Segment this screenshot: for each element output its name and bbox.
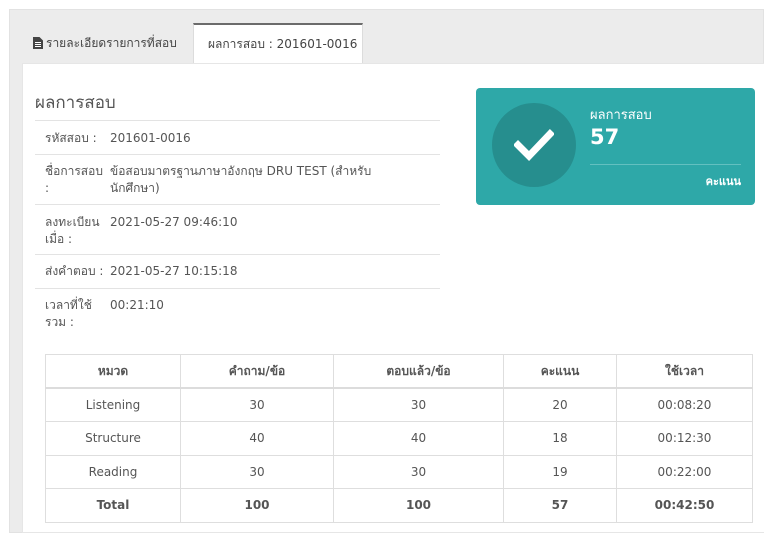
- header-answered: ตอบแล้ว/ข้อ: [333, 354, 504, 389]
- score-unit: คะแนน: [705, 175, 741, 188]
- score-value: 57: [590, 125, 620, 149]
- cell-category: Reading: [45, 454, 181, 489]
- document-icon: [33, 25, 43, 65]
- table-row: Reading 30 30 19 00:22:00: [45, 454, 753, 489]
- table-header-row: หมวด คำถาม/ข้อ ตอบแล้ว/ข้อ คะแนน ใช้เวลา: [45, 354, 753, 389]
- exam-code-label: รหัสสอบ :: [45, 131, 97, 145]
- info-row-submitted: ส่งคำตอบ : 2021-05-27 10:15:18: [35, 254, 440, 288]
- cell-answered: 30: [333, 454, 504, 489]
- result-panel: ผลการสอบ รหัสสอบ : 201601-0016 ชื่อการสอ…: [22, 63, 764, 533]
- header-category: หมวด: [45, 354, 181, 389]
- total-time: 00:42:50: [616, 488, 753, 523]
- cell-answered: 40: [333, 421, 504, 456]
- registered-value: 2021-05-27 09:46:10: [110, 215, 238, 229]
- tab-exam-details-label: รายละเอียดรายการที่สอบ: [46, 36, 177, 50]
- table-total-row: Total 100 100 57 00:42:50: [45, 488, 753, 523]
- exam-name-value: ข้อสอบมาตรฐานภาษาอังกฤษ DRU TEST (สำหรับ…: [110, 164, 372, 195]
- total-answered: 100: [333, 488, 504, 523]
- tab-exam-result[interactable]: ผลการสอบ : 201601-0016: [193, 23, 363, 65]
- header-score: คะแนน: [503, 354, 617, 389]
- cell-score: 19: [503, 454, 617, 489]
- section-title: ผลการสอบ: [35, 93, 116, 113]
- info-row-time-used: เวลาที่ใช้รวม : 00:21:10: [35, 288, 440, 332]
- cell-category: Listening: [45, 387, 181, 422]
- cell-score: 18: [503, 421, 617, 456]
- cell-category: Structure: [45, 421, 181, 456]
- cell-time: 00:08:20: [616, 387, 753, 422]
- table-row: Listening 30 30 20 00:08:20: [45, 387, 753, 422]
- time-used-value: 00:21:10: [110, 298, 164, 312]
- registered-label: ลงทะเบียนเมื่อ :: [45, 215, 100, 246]
- cell-time: 00:12:30: [616, 421, 753, 456]
- total-score: 57: [503, 488, 617, 523]
- header-time: ใช้เวลา: [616, 354, 753, 389]
- info-row-exam-code: รหัสสอบ : 201601-0016: [35, 120, 440, 154]
- score-label: ผลการสอบ: [590, 108, 652, 123]
- cell-questions: 30: [180, 387, 334, 422]
- tab-exam-details[interactable]: รายละเอียดรายการที่สอบ: [22, 23, 192, 63]
- total-questions: 100: [180, 488, 334, 523]
- page-frame: รายละเอียดรายการที่สอบ ผลการสอบ : 201601…: [9, 9, 764, 533]
- exam-info: รหัสสอบ : 201601-0016 ชื่อการสอบ : ข้อสอ…: [35, 120, 440, 332]
- table-row: Structure 40 40 18 00:12:30: [45, 421, 753, 456]
- submitted-label: ส่งคำตอบ :: [45, 264, 104, 278]
- cell-score: 20: [503, 387, 617, 422]
- info-row-registered: ลงทะเบียนเมื่อ : 2021-05-27 09:46:10: [35, 204, 440, 254]
- total-label: Total: [45, 488, 181, 523]
- score-divider: [590, 164, 741, 165]
- header-questions: คำถาม/ข้อ: [180, 354, 334, 389]
- cell-questions: 40: [180, 421, 334, 456]
- cell-answered: 30: [333, 387, 504, 422]
- cell-time: 00:22:00: [616, 454, 753, 489]
- tab-exam-result-label: ผลการสอบ : 201601-0016: [208, 37, 358, 51]
- info-row-exam-name: ชื่อการสอบ : ข้อสอบมาตรฐานภาษาอังกฤษ DRU…: [35, 154, 440, 204]
- score-card: ผลการสอบ 57 คะแนน: [476, 88, 755, 205]
- score-circle: [492, 103, 576, 187]
- exam-code-value: 201601-0016: [110, 131, 191, 145]
- results-table: หมวด คำถาม/ข้อ ตอบแล้ว/ข้อ คะแนน ใช้เวลา…: [45, 354, 753, 523]
- cell-questions: 30: [180, 454, 334, 489]
- check-icon: [514, 129, 554, 161]
- exam-name-label: ชื่อการสอบ :: [45, 164, 103, 195]
- submitted-value: 2021-05-27 10:15:18: [110, 264, 238, 278]
- time-used-label: เวลาที่ใช้รวม :: [45, 298, 92, 329]
